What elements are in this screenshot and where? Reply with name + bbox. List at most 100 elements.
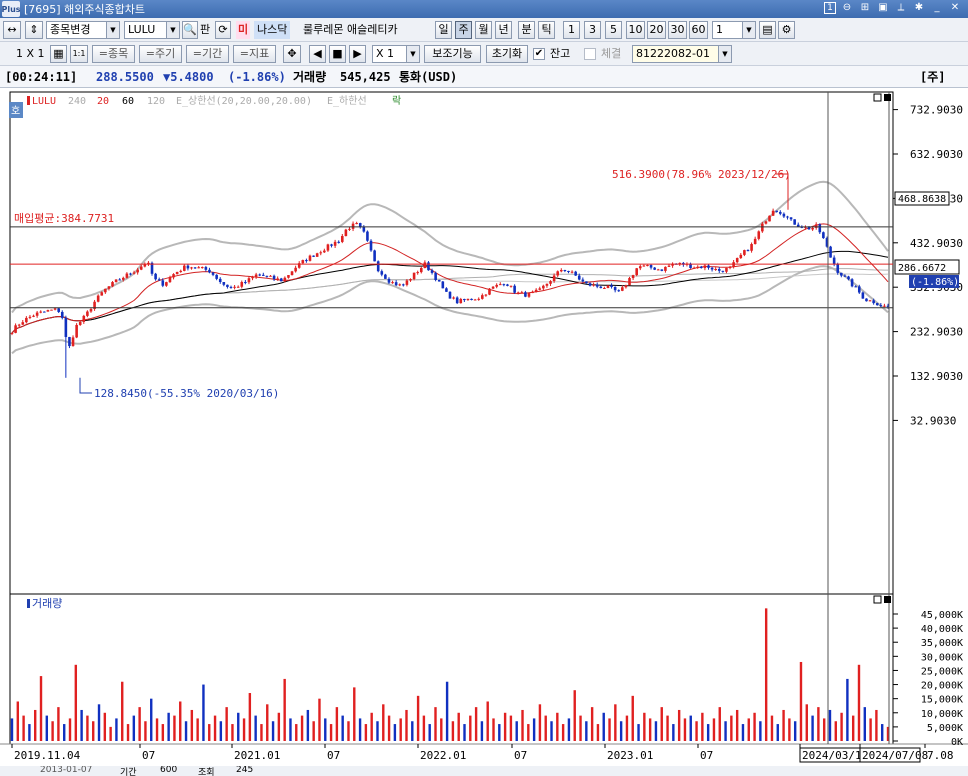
candle-body [822,232,825,239]
interval-30-button[interactable]: 30 [668,21,687,39]
settings-icon[interactable]: ✱ [912,1,926,15]
interval-10-button[interactable]: 10 [626,21,645,39]
pan-label[interactable]: 판 [200,21,210,39]
volume-bar [677,709,681,741]
period-minute-button[interactable]: 분 [518,21,535,39]
search-icon[interactable]: ⊖ [840,1,854,15]
candle-body [520,292,524,294]
account-select[interactable]: 81222082-01 ▼ [632,45,732,63]
legend-ma20[interactable]: 20 [97,96,109,107]
volume-bar [121,681,124,741]
volume-bar [735,709,739,741]
search-icon[interactable]: 🔍 [182,21,198,39]
sync-range-button[interactable]: =기간 [186,45,229,63]
sync-indicator-button[interactable]: =지표 [233,45,276,63]
legend-upper-band[interactable]: E_상한선(20,20.00,20.00) [176,95,312,107]
volume-bar [126,724,130,741]
refresh-icon[interactable]: ⟳ [215,21,231,39]
volume-bar [300,715,304,741]
reset-button[interactable]: 초기화 [486,45,528,63]
interval-5-button[interactable]: 5 [605,21,622,39]
stop-icon[interactable]: ■ [329,45,346,63]
nav-arrows-button[interactable]: ↔ [3,21,21,39]
legend-ma120[interactable]: 120 [147,96,165,107]
symbol-input[interactable]: LULU ▼ [124,21,180,39]
period-year-button[interactable]: 년 [495,21,512,39]
period-month-button[interactable]: 월 [475,21,492,39]
legend-ex-div[interactable]: 락 [392,95,401,107]
candle-body [603,287,606,289]
crosshair-icon[interactable]: ✥ [283,45,301,63]
grid-icon[interactable]: ▦ [50,45,67,63]
legend-marker [27,96,30,105]
close-volume-panel-icon[interactable] [884,596,891,603]
close-panel-icon[interactable] [884,94,891,101]
chart-area[interactable]: 732.9030632.9030532.9030432.9030332.9030… [0,89,968,776]
link-icon[interactable]: ⊞ [858,1,872,15]
screen-number-badge[interactable]: 1 [824,2,836,14]
gear-icon[interactable]: ⚙ [778,21,795,39]
period-day-button[interactable]: 일 [435,21,452,39]
candle-body [17,324,21,326]
pin-icon[interactable]: ⟂ [894,1,908,15]
sync-item-button[interactable]: =종목 [92,45,135,63]
volume-bar [793,721,797,741]
candle-body [649,265,653,268]
legend-lower-band[interactable]: E_하한선 [327,94,367,107]
period-tick-button[interactable]: 틱 [538,21,555,39]
symbol-value: LULU [128,23,156,36]
ratio-button[interactable]: 1:1 [70,45,88,63]
side-tag[interactable]: [주] [920,66,946,88]
chevron-down-icon[interactable]: ▼ [166,22,179,38]
sync-period-button[interactable]: =주기 [139,45,182,63]
volume-bar [770,715,774,741]
layout-label[interactable]: 1 X 1 [16,45,45,63]
exec-checkbox[interactable] [584,48,596,60]
scroll-right-icon[interactable]: ▶ [349,45,366,63]
period-week-button[interactable]: 주 [455,21,472,39]
candle-body [761,223,764,232]
volume-bar [614,704,617,741]
volume-bar [387,715,391,741]
interval-20-button[interactable]: 20 [647,21,666,39]
query-value[interactable]: 245 [236,766,253,775]
chevron-down-icon[interactable]: ▼ [742,22,755,38]
price-chart-svg[interactable]: 732.9030632.9030532.9030432.9030332.9030… [0,89,968,776]
volume-bar [353,687,356,741]
close-icon[interactable]: ✕ [948,1,962,15]
interval-3-button[interactable]: 3 [584,21,601,39]
candle-body [172,274,175,278]
volume-bar [393,724,397,741]
candle-body [226,284,229,287]
balance-checkbox[interactable]: ✔ [533,48,545,60]
multiplier-select[interactable]: X 1 ▼ [372,45,420,63]
scroll-left-icon[interactable]: ◀ [309,45,326,63]
chevron-down-icon[interactable]: ▼ [106,22,119,38]
volume-bar [602,712,605,741]
symbol-mode-select[interactable]: 종목변경 ▼ [46,21,120,39]
legend-ma240[interactable]: 240 [68,96,86,107]
updown-button[interactable]: ⇕ [25,21,43,39]
minimize-icon[interactable]: _ [930,1,944,15]
chevron-down-icon[interactable]: ▼ [718,46,731,62]
candle-body [57,308,60,312]
period-value[interactable]: 600 [160,766,177,775]
legend-ma60[interactable]: 60 [122,96,134,107]
candle-body [179,270,183,272]
chevron-down-icon[interactable]: ▼ [406,46,419,62]
legend-lulu[interactable]: LULU [32,96,56,107]
volume-bar [109,726,112,741]
count-select[interactable]: 1 ▼ [712,21,756,39]
interval-1-button[interactable]: 1 [563,21,580,39]
save-icon[interactable]: ▤ [759,21,776,39]
print-icon[interactable]: ▣ [876,1,890,15]
candle-body [204,267,208,270]
volume-bar [283,678,286,741]
interval-60-button[interactable]: 60 [689,21,708,39]
start-date[interactable]: 2013-01-07 [40,766,92,775]
candle-body [394,282,398,286]
candle-body [71,337,75,347]
aux-functions-button[interactable]: 보조기능 [424,45,481,63]
candle-body [319,252,323,254]
candle-body [743,250,746,255]
